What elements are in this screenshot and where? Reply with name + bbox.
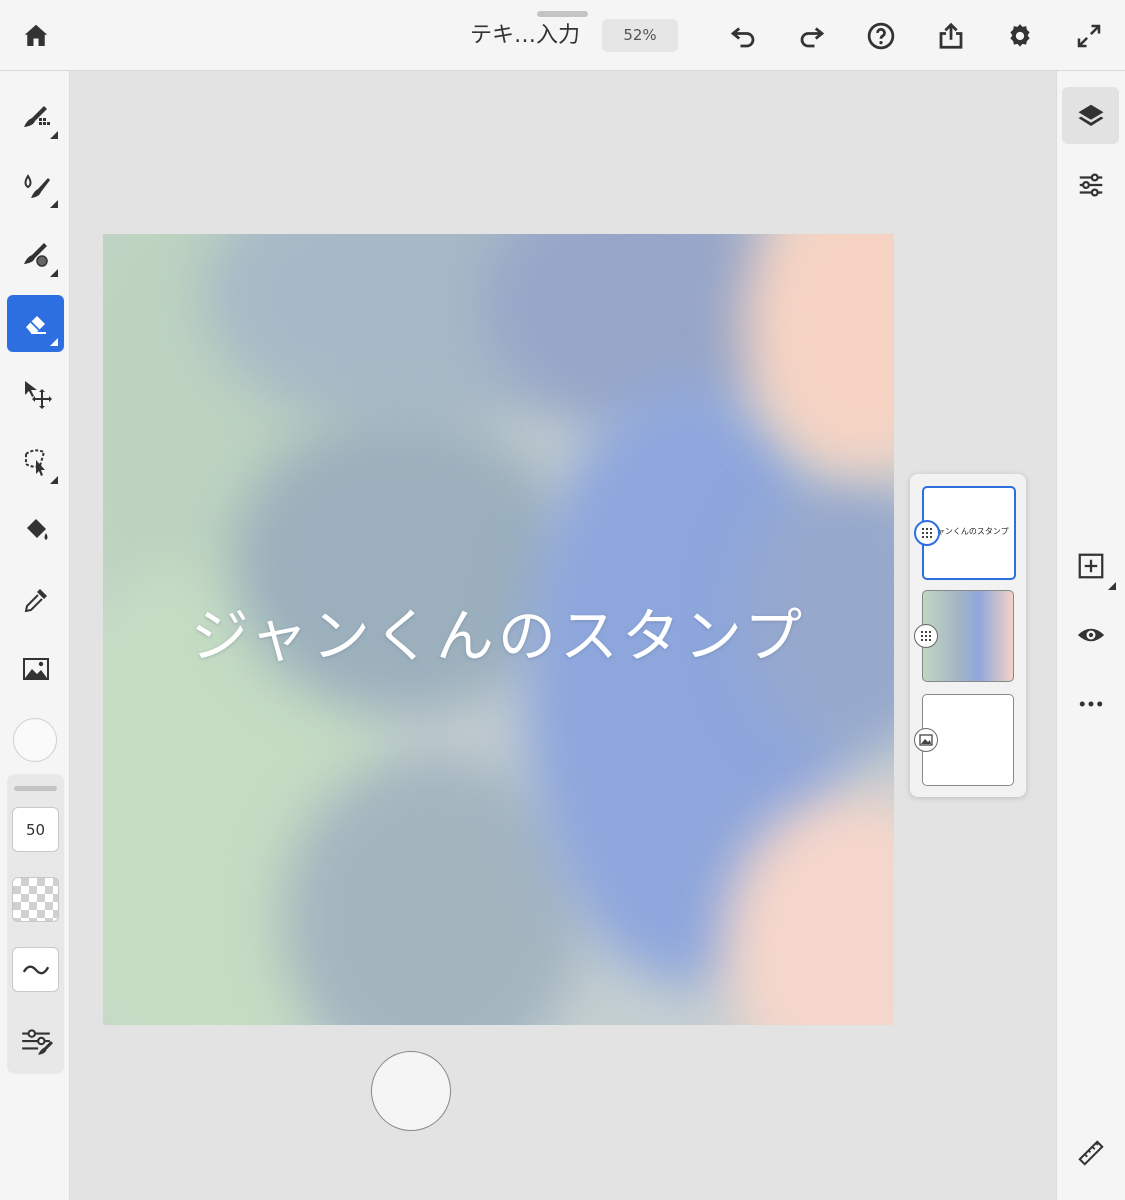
document-title[interactable]: テキ…入力 xyxy=(455,18,595,54)
adjustments-icon[interactable] xyxy=(1062,156,1119,213)
image-place-icon[interactable] xyxy=(7,640,64,697)
current-color-swatch[interactable] xyxy=(13,718,57,762)
pixel-brush-icon[interactable] xyxy=(7,88,64,145)
smoothing-button[interactable] xyxy=(12,947,59,992)
top-bar: テキ…入力 52% xyxy=(0,0,1125,71)
brush-size-field[interactable]: 50 xyxy=(12,807,59,852)
share-icon[interactable] xyxy=(931,16,971,56)
move-transform-icon[interactable] xyxy=(7,364,64,421)
pixel-layer-badge-icon xyxy=(914,520,940,546)
home-icon[interactable] xyxy=(16,16,56,56)
right-panel xyxy=(1056,71,1125,1200)
image-layer-badge-icon xyxy=(914,728,938,752)
visibility-icon[interactable] xyxy=(1062,606,1119,663)
help-icon[interactable] xyxy=(861,16,901,56)
canvas-title-text[interactable]: ジャンくんのスタンプ xyxy=(103,589,894,673)
eyedropper-icon[interactable] xyxy=(7,571,64,628)
layers-icon[interactable] xyxy=(1062,87,1119,144)
touch-shortcut-button[interactable] xyxy=(371,1051,451,1131)
panel-handle[interactable] xyxy=(14,786,57,791)
fullscreen-icon[interactable] xyxy=(1069,16,1109,56)
redo-icon[interactable] xyxy=(792,16,832,56)
eraser-icon[interactable] xyxy=(7,295,64,352)
lasso-select-icon[interactable] xyxy=(7,433,64,490)
more-icon[interactable] xyxy=(1062,675,1119,732)
artwork-canvas[interactable]: ジャンくんのスタンプ xyxy=(103,234,894,1025)
live-brush-icon[interactable] xyxy=(7,157,64,214)
opacity-swatch[interactable] xyxy=(12,877,59,922)
tool-panel: 50 xyxy=(0,71,70,1200)
pixel-layer-badge-icon xyxy=(914,624,938,648)
add-layer-icon[interactable] xyxy=(1062,537,1119,594)
fill-bucket-icon[interactable] xyxy=(7,502,64,559)
ruler-icon[interactable] xyxy=(1062,1124,1119,1181)
zoom-level[interactable]: 52% xyxy=(602,19,678,52)
layers-panel: ジャンくんのスタンプ xyxy=(910,474,1026,797)
settings-icon[interactable] xyxy=(1000,16,1040,56)
brush-properties-panel: 50 xyxy=(7,774,64,1074)
curve-icon xyxy=(22,965,49,974)
drag-handle[interactable] xyxy=(537,11,588,17)
undo-icon[interactable] xyxy=(723,16,763,56)
vector-brush-icon[interactable] xyxy=(7,226,64,283)
brush-settings-icon[interactable] xyxy=(19,1024,53,1058)
